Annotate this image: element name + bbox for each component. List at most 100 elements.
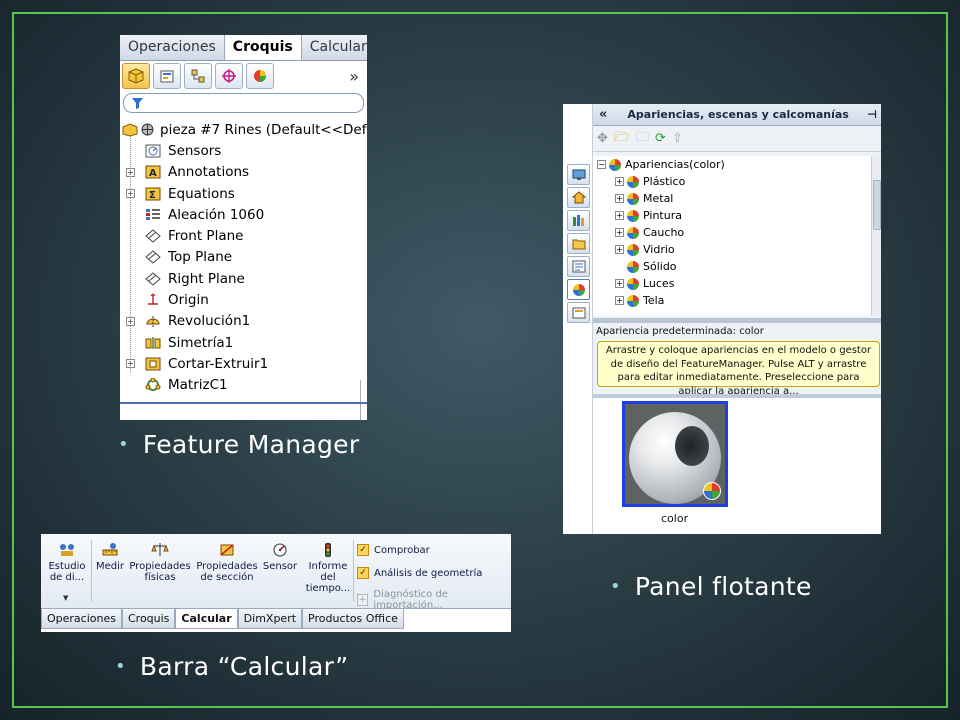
pane-splitter[interactable] (593, 318, 881, 323)
more-tabs-chevron-icon[interactable]: » (349, 67, 365, 86)
expand-toggle-icon[interactable]: + (615, 296, 624, 305)
view-palette-tab-icon[interactable] (567, 256, 590, 277)
tab-operaciones[interactable]: Operaciones (41, 609, 122, 629)
appearance-category[interactable]: + Tela (593, 292, 871, 309)
configuration-manager-icon[interactable] (184, 63, 212, 89)
tree-item-label: Front Plane (168, 228, 244, 245)
sensor-button[interactable]: Sensor (262, 542, 298, 572)
expand-toggle-icon[interactable]: + (615, 228, 624, 237)
appearance-ball-icon (627, 226, 639, 239)
up-icon[interactable]: ⇧ (672, 131, 683, 146)
expand-toggle-icon[interactable]: + (615, 245, 624, 254)
feature-tree-icon[interactable] (122, 63, 150, 89)
tab-calcular[interactable]: Calcular (301, 35, 367, 60)
file-explorer-tab-icon[interactable] (567, 233, 590, 254)
performance-evaluation-button[interactable]: Informe del tiempo... (303, 542, 353, 594)
sensors-icon (144, 143, 162, 159)
appearance-ball-icon (627, 209, 639, 222)
color-appearance-thumbnail[interactable] (622, 401, 728, 507)
tree-item[interactable]: Right Plane (120, 268, 367, 289)
expand-toggle-icon[interactable] (615, 262, 624, 271)
section-properties-button[interactable]: Propiedades de sección (195, 542, 259, 583)
tree-item-label: Equations (168, 185, 235, 202)
tab-croquis[interactable]: Croquis (121, 609, 176, 629)
feature-manager-panel: Operaciones Croquis Calcular » pieza #7 … (120, 35, 367, 420)
check-label: Comprobar (374, 544, 430, 556)
design-study-button[interactable]: Estudio de di... (47, 542, 87, 583)
expand-toggle-icon[interactable]: + (615, 279, 624, 288)
tree-item[interactable]: Sensors (120, 140, 367, 161)
geometry-analysis-button[interactable]: ✓ Análisis de geometría (357, 567, 482, 579)
ribbon-separator (353, 540, 354, 602)
svg-text:Σ: Σ (149, 190, 156, 201)
tree-item[interactable]: MatrizC1 (120, 375, 367, 396)
back-icon[interactable]: ✥ (597, 131, 608, 146)
tree-item[interactable]: + A Annotations (120, 162, 367, 183)
tree-item[interactable]: + Revolución1 (120, 311, 367, 332)
dropdown-arrow-icon[interactable]: ▼ (63, 594, 68, 602)
check-button[interactable]: ✓ Comprobar (357, 544, 430, 556)
task-pane-main: « Apariencias, escenas y calcomanías ⊣ ✥… (593, 104, 881, 534)
appearance-root[interactable]: − Apariencias(color) (593, 156, 871, 173)
collapse-chevron-icon[interactable]: « (599, 107, 607, 122)
expand-toggle-icon[interactable]: + (615, 177, 624, 186)
new-folder-icon[interactable]: 🗀 (636, 128, 649, 150)
task-pane-title: Apariencias, escenas y calcomanías (627, 108, 849, 121)
tree-item[interactable]: Aleación 1060 (120, 204, 367, 225)
tree-item[interactable]: Origin (120, 289, 367, 310)
tab-productos-office[interactable]: Productos Office (302, 609, 404, 629)
tree-item-label: Top Plane (168, 249, 233, 266)
home-tab-icon[interactable] (567, 187, 590, 208)
tab-operaciones[interactable]: Operaciones (120, 35, 225, 60)
appearance-category[interactable]: Sólido (593, 258, 871, 275)
panel-resize-grip[interactable] (360, 380, 366, 420)
feature-manager-iconbar: » (120, 61, 367, 91)
tree-item[interactable]: + Cortar-Extruir1 (120, 353, 367, 374)
design-library-tab-icon[interactable] (567, 210, 590, 231)
dimxpert-manager-icon[interactable] (215, 63, 243, 89)
expand-toggle-icon[interactable]: + (615, 194, 624, 203)
tree-root[interactable]: pieza #7 Rines (Default<<Def (120, 119, 367, 140)
tree-item[interactable]: Front Plane (120, 225, 367, 246)
expand-toggle-icon[interactable]: + (126, 316, 135, 326)
expand-toggle-icon[interactable]: + (126, 359, 135, 369)
rollback-bar[interactable] (120, 402, 367, 404)
appearance-category[interactable]: + Metal (593, 190, 871, 207)
appearance-category[interactable]: + Plástico (593, 173, 871, 190)
pin-icon[interactable]: ⊣ (867, 108, 881, 121)
measure-icon (101, 542, 119, 558)
performance-icon (319, 542, 337, 558)
appearance-category[interactable]: + Pintura (593, 207, 871, 224)
tree-item[interactable]: Simetría1 (120, 332, 367, 353)
tree-scrollbar[interactable] (871, 156, 881, 316)
collapse-toggle-icon[interactable]: − (597, 160, 606, 169)
property-manager-icon[interactable] (153, 63, 181, 89)
appearance-category[interactable]: + Vidrio (593, 241, 871, 258)
expand-toggle-icon[interactable]: + (615, 211, 624, 220)
feature-filter-input[interactable] (123, 93, 364, 113)
scrollbar-thumb[interactable] (873, 180, 881, 230)
appearance-category-label: Vidrio (643, 243, 675, 256)
expand-toggle-icon[interactable]: + (126, 167, 135, 177)
display-manager-icon[interactable] (246, 63, 274, 89)
appearance-category[interactable]: + Caucho (593, 224, 871, 241)
mass-properties-label: Propiedades físicas (129, 561, 191, 583)
appearance-root-label: Apariencias(color) (625, 158, 725, 171)
mass-properties-button[interactable]: Propiedades físicas (129, 542, 191, 583)
task-pane-sidebar (563, 104, 593, 534)
tab-dimxpert[interactable]: DimXpert (237, 609, 303, 629)
appearance-category[interactable]: + Luces (593, 275, 871, 292)
custom-properties-tab-icon[interactable] (567, 302, 590, 323)
resources-tab-icon[interactable] (567, 164, 590, 185)
sensor-icon (271, 542, 289, 558)
tree-item[interactable]: + Σ Equations (120, 183, 367, 204)
appearances-tab-icon[interactable] (567, 279, 590, 300)
expand-toggle-icon[interactable]: + (126, 189, 135, 199)
tab-calcular[interactable]: Calcular (175, 609, 238, 629)
tab-croquis[interactable]: Croquis (224, 35, 302, 60)
add-folder-icon[interactable]: 🗁 (614, 128, 630, 150)
tessellation-icon (140, 122, 154, 138)
measure-button[interactable]: Medir (94, 542, 126, 572)
refresh-icon[interactable]: ⟳ (655, 131, 666, 146)
tree-item[interactable]: Top Plane (120, 247, 367, 268)
